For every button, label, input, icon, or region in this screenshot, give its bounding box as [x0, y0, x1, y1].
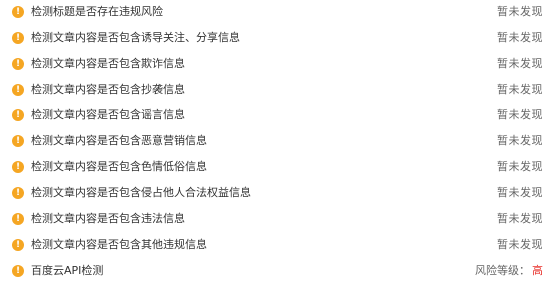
warning-icon: !	[12, 109, 24, 121]
check-status: 暂未发现	[497, 186, 543, 199]
check-row-rumor: ! 检测文章内容是否包含谣言信息 暂未发现	[0, 104, 550, 130]
check-row-vulgar: ! 检测文章内容是否包含色情低俗信息 暂未发现	[0, 156, 550, 182]
warning-icon: !	[12, 6, 24, 18]
check-row-plagiarism: ! 检测文章内容是否包含抄袭信息 暂未发现	[0, 79, 550, 105]
check-label: 检测文章内容是否包含恶意营销信息	[31, 134, 207, 147]
check-row-induce-follow-share: ! 检测文章内容是否包含诱导关注、分享信息 暂未发现	[0, 27, 550, 53]
check-row-other-violations: ! 检测文章内容是否包含其他违规信息 暂未发现	[0, 234, 550, 260]
check-label: 检测文章内容是否包含谣言信息	[31, 108, 185, 121]
warning-icon: !	[12, 265, 24, 277]
check-label: 检测标题是否存在违规风险	[31, 5, 163, 18]
check-status: 暂未发现	[497, 160, 543, 173]
risk-level-value: 高	[532, 264, 543, 277]
check-row-infringement: ! 检测文章内容是否包含侵占他人合法权益信息 暂未发现	[0, 182, 550, 208]
check-row-title: ! 检测标题是否存在违规风险 暂未发现	[0, 1, 550, 27]
warning-icon: !	[12, 84, 24, 96]
warning-icon: !	[12, 135, 24, 147]
check-status: 暂未发现	[497, 83, 543, 96]
check-status: 暂未发现	[497, 31, 543, 44]
warning-icon: !	[12, 161, 24, 173]
security-check-list: ! 检测标题是否存在违规风险 暂未发现 ! 检测文章内容是否包含诱导关注、分享信…	[0, 0, 550, 282]
risk-level: 风险等级：高	[475, 263, 543, 279]
check-status: 暂未发现	[497, 212, 543, 225]
check-label: 检测文章内容是否包含侵占他人合法权益信息	[31, 186, 251, 199]
check-row-malicious-marketing: ! 检测文章内容是否包含恶意营销信息 暂未发现	[0, 130, 550, 156]
risk-level-label: 风险等级：	[475, 264, 530, 277]
warning-icon: !	[12, 32, 24, 44]
check-label: 检测文章内容是否包含其他违规信息	[31, 238, 207, 251]
check-status: 暂未发现	[497, 57, 543, 70]
check-status: 暂未发现	[497, 108, 543, 121]
check-row-illegal: ! 检测文章内容是否包含违法信息 暂未发现	[0, 208, 550, 234]
check-label: 检测文章内容是否包含抄袭信息	[31, 83, 185, 96]
check-status: 暂未发现	[497, 238, 543, 251]
check-label: 检测文章内容是否包含色情低俗信息	[31, 160, 207, 173]
check-label: 检测文章内容是否包含违法信息	[31, 212, 185, 225]
check-row-baidu-api: ! 百度云API检测 风险等级：高	[0, 260, 550, 286]
warning-icon: !	[12, 213, 24, 225]
warning-icon: !	[12, 239, 24, 251]
check-label: 检测文章内容是否包含欺诈信息	[31, 57, 185, 70]
warning-icon: !	[12, 58, 24, 70]
check-label: 百度云API检测	[31, 264, 104, 277]
check-status: 暂未发现	[497, 134, 543, 147]
check-status: 暂未发现	[497, 5, 543, 18]
warning-icon: !	[12, 187, 24, 199]
check-label: 检测文章内容是否包含诱导关注、分享信息	[31, 31, 240, 44]
check-row-fraud: ! 检测文章内容是否包含欺诈信息 暂未发现	[0, 53, 550, 79]
